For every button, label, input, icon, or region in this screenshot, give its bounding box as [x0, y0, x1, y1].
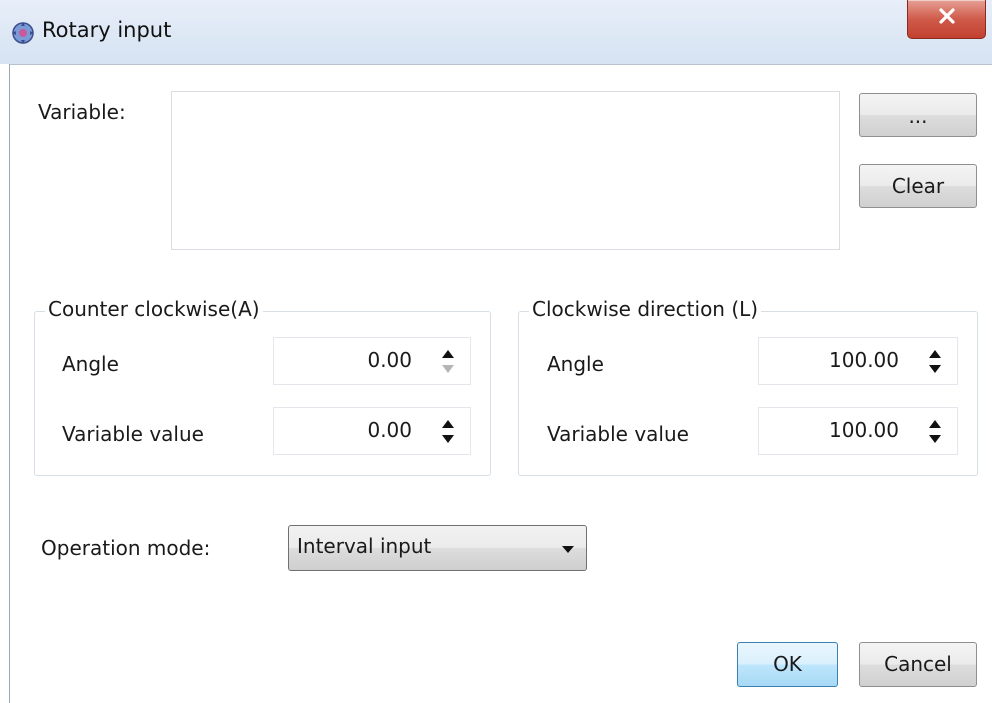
dropdown-arrow-icon — [562, 546, 574, 553]
ccw-variable-value-spinbox[interactable]: 0.00 — [273, 407, 471, 455]
counter-clockwise-legend: Counter clockwise(A) — [45, 297, 263, 321]
spin-down-icon[interactable] — [928, 434, 942, 444]
spin-up-icon[interactable] — [928, 419, 942, 429]
spin-up-icon[interactable] — [441, 419, 455, 429]
spin-up-icon[interactable] — [928, 349, 942, 359]
ccw-angle-value: 0.00 — [367, 348, 412, 372]
ok-button[interactable]: OK — [737, 642, 838, 687]
spin-down-icon[interactable] — [441, 364, 455, 374]
ccw-angle-label: Angle — [62, 352, 119, 376]
ccw-variable-value-value: 0.00 — [367, 418, 412, 442]
spin-down-icon[interactable] — [928, 364, 942, 374]
clear-variable-button[interactable]: Clear — [859, 164, 977, 208]
cw-angle-label: Angle — [547, 352, 604, 376]
cancel-button[interactable]: Cancel — [859, 642, 977, 687]
operation-mode-label: Operation mode: — [41, 536, 211, 560]
variable-label: Variable: — [38, 100, 126, 124]
window-title: Rotary input — [42, 18, 172, 42]
close-x-icon — [939, 8, 955, 24]
rotary-app-icon — [10, 20, 36, 46]
variable-textbox[interactable] — [171, 91, 840, 250]
close-button[interactable] — [907, 0, 986, 39]
cw-variable-value-label: Variable value — [547, 422, 689, 446]
operation-mode-dropdown[interactable]: Interval input — [288, 525, 587, 571]
spin-up-icon[interactable] — [441, 349, 455, 359]
cw-angle-spinbox[interactable]: 100.00 — [758, 337, 958, 385]
operation-mode-selected: Interval input — [297, 534, 432, 558]
ccw-variable-value-label: Variable value — [62, 422, 204, 446]
ccw-angle-spinbox[interactable]: 0.00 — [273, 337, 471, 385]
title-bar: Rotary input — [0, 0, 992, 64]
cw-variable-value-value: 100.00 — [829, 418, 899, 442]
cw-variable-value-spinbox[interactable]: 100.00 — [758, 407, 958, 455]
cw-angle-value: 100.00 — [829, 348, 899, 372]
clockwise-legend: Clockwise direction (L) — [529, 297, 762, 321]
browse-variable-button[interactable]: ... — [859, 93, 977, 137]
spin-down-icon[interactable] — [441, 434, 455, 444]
